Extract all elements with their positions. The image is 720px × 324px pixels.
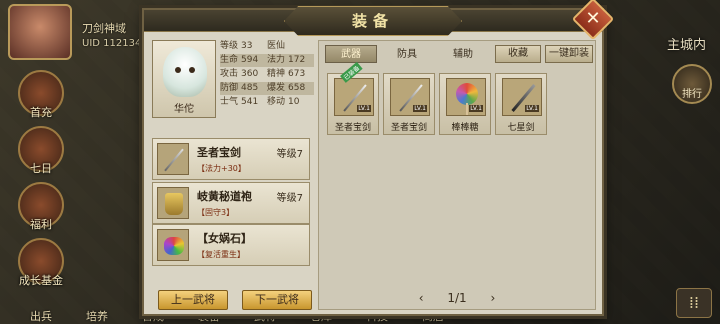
location-label: 主城内 [666, 38, 706, 53]
category-tabs: 武器 防具 辅助 [325, 45, 489, 63]
slot-attribute: 【固守3】 [197, 208, 235, 217]
item-name: 圣者宝剑 [390, 123, 427, 133]
inventory-item[interactable]: LV.1 七星剑 [495, 73, 547, 135]
tab-armor[interactable]: 防具 [381, 45, 433, 63]
grid-icon[interactable]: ⁞⁞ [676, 288, 712, 318]
menu-label: 七日 [30, 162, 52, 175]
inventory-item[interactable]: LV.1 棒棒糖 [439, 73, 491, 135]
item-level: LV.1 [357, 105, 371, 112]
slot-attribute: 【法力+30】 [197, 164, 246, 173]
stat-morale: 士气 541 [220, 97, 259, 107]
inventory-column: 武器 防具 辅助 收藏 一键卸装 已装备 LV.1 圣者宝剑 LV.1 圣者宝剑… [318, 40, 596, 310]
slot-name: 圣者宝剑 [197, 146, 241, 159]
sword-icon [157, 143, 189, 175]
stat-level: 等级 33 [220, 41, 253, 51]
slot-name: 岐黄秘道袍 [197, 190, 252, 203]
ranking-label: 排行 [682, 89, 702, 100]
hero-avatar-icon [163, 47, 207, 97]
bottom-item[interactable]: 出兵 [30, 308, 52, 324]
robe-icon [157, 187, 189, 219]
stat-spirit: 精神 673 [267, 69, 306, 79]
stat-move: 移动 10 [267, 97, 300, 107]
stat-defense: 防御 485 [220, 82, 267, 95]
item-level: LV.1 [525, 105, 539, 112]
pagination: ‹ 1/1 › [319, 291, 595, 305]
stat-burst: 爆发 658 [267, 82, 314, 95]
next-page-button[interactable]: › [490, 291, 495, 305]
next-hero-button[interactable]: 下一武将 [242, 290, 312, 310]
item-level: LV.1 [469, 105, 483, 112]
unequip-all-button[interactable]: 一键卸装 [545, 45, 593, 63]
panel-title: 装备 [284, 6, 462, 36]
tab-weapon[interactable]: 武器 [325, 45, 377, 63]
menu-label: 成长基金 [19, 274, 63, 287]
menu-first-charge[interactable]: 首充 [18, 70, 64, 119]
player-avatar[interactable] [8, 4, 72, 60]
item-level: LV.1 [413, 105, 427, 112]
collect-button[interactable]: 收藏 [495, 45, 541, 63]
menu-growth-fund[interactable]: 成长基金 [18, 238, 64, 287]
menu-label: 福利 [30, 218, 52, 231]
left-menu: 首充 七日 福利 成长基金 [18, 70, 78, 294]
hero-stats: 等级 33 医仙 生命 594 法力 172 攻击 360 精神 673 防御 485 爆发… [220, 40, 314, 109]
prev-page-button[interactable]: ‹ [419, 291, 424, 305]
stat-mp: 法力 172 [267, 54, 314, 67]
item-name: 圣者宝剑 [334, 123, 371, 133]
equip-slot-accessory[interactable]: 【女娲石】 【复活重生】 [152, 224, 310, 266]
slot-name: 【女娲石】 [197, 232, 252, 245]
menu-label: 首充 [30, 106, 52, 119]
player-name: 刀剑神域 [82, 22, 126, 35]
stat-attack: 攻击 360 [220, 69, 259, 79]
equip-slot-weapon[interactable]: 圣者宝剑 等级7 【法力+30】 [152, 138, 310, 180]
menu-seven-days[interactable]: 七日 [18, 126, 64, 175]
stat-hp: 生命 594 [220, 54, 267, 67]
hero-portrait[interactable]: 华佗 [152, 40, 216, 118]
item-name: 七星剑 [507, 123, 535, 133]
tab-accessory[interactable]: 辅助 [437, 45, 489, 63]
inventory-grid: 已装备 LV.1 圣者宝剑 LV.1 圣者宝剑 LV.1 棒棒糖 LV.1 七星… [327, 61, 547, 135]
stat-class: 医仙 [267, 41, 286, 51]
menu-welfare[interactable]: 福利 [18, 182, 64, 231]
hero-name: 华佗 [174, 104, 194, 115]
hero-column: 华佗 等级 33 医仙 生命 594 法力 172 攻击 360 精神 673 防御 485… [152, 40, 314, 310]
equipment-panel: 装备 ✕ 华佗 等级 33 医仙 生命 594 法力 172 攻击 360 精神 673 … [142, 0, 615, 316]
prev-hero-button[interactable]: 上一武将 [158, 290, 228, 310]
slot-level: 等级7 [276, 149, 303, 160]
slot-attribute: 【复活重生】 [197, 250, 245, 259]
item-name: 棒棒糖 [451, 123, 479, 133]
ranking-button[interactable]: 排行 [672, 64, 712, 104]
bottom-item[interactable]: 培养 [86, 308, 108, 324]
inventory-item[interactable]: LV.1 圣者宝剑 [383, 73, 435, 135]
inventory-item[interactable]: 已装备 LV.1 圣者宝剑 [327, 61, 379, 135]
page-indicator: 1/1 [447, 291, 467, 305]
player-uid: UID 112134 [82, 38, 142, 49]
slot-level: 等级7 [276, 193, 303, 204]
equip-slot-armor[interactable]: 岐黄秘道袍 等级7 【固守3】 [152, 182, 310, 224]
gem-icon [157, 229, 189, 261]
close-icon: ✕ [585, 8, 601, 29]
